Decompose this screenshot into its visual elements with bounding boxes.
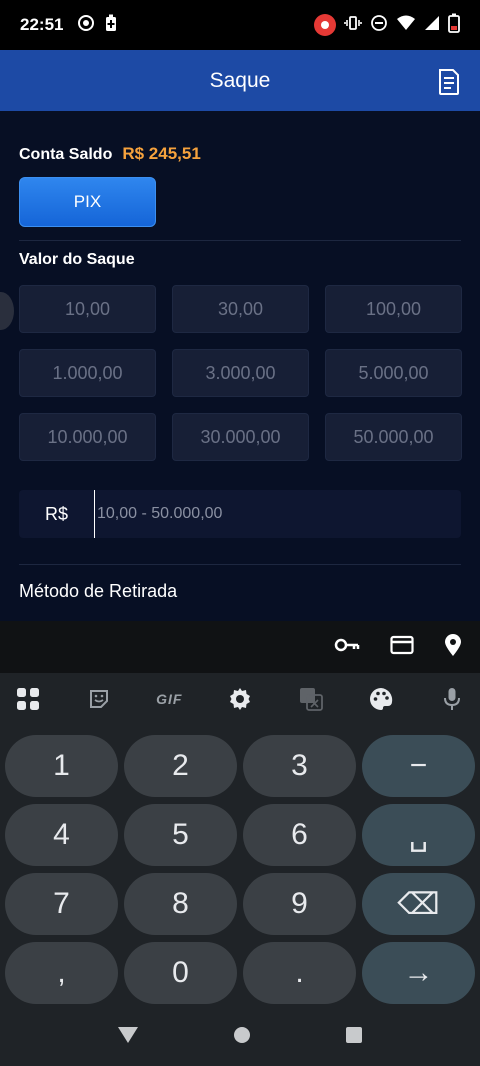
key-backspace[interactable]: ⌫: [362, 873, 475, 935]
amount-options: 10,00 30,00 100,00 1.000,00 3.000,00 5.0…: [19, 285, 462, 461]
key-minus[interactable]: −: [362, 735, 475, 797]
amount-option[interactable]: 1.000,00: [19, 349, 156, 397]
navigation-bar: [0, 1009, 480, 1066]
gif-icon[interactable]: GIF: [156, 686, 182, 712]
recents-icon[interactable]: [345, 1026, 363, 1049]
amount-option[interactable]: 100,00: [325, 285, 462, 333]
key-1[interactable]: 1: [5, 735, 118, 797]
key-icon[interactable]: [334, 637, 360, 658]
withdraw-amount-label: Valor do Saque: [19, 251, 135, 268]
key-6[interactable]: 6: [243, 804, 356, 866]
vibrate-icon: [344, 14, 362, 37]
amount-option[interactable]: 30.000,00: [172, 413, 309, 461]
divider: [19, 564, 461, 565]
key-5[interactable]: 5: [124, 804, 237, 866]
floating-handle[interactable]: [0, 292, 14, 330]
amount-input-row: R$: [19, 490, 461, 538]
key-7[interactable]: 7: [5, 873, 118, 935]
microphone-icon[interactable]: [439, 686, 465, 712]
screen-record-icon: [77, 14, 95, 37]
autofill-strip: [0, 621, 480, 673]
status-bar: 22:51: [0, 0, 480, 50]
do-not-disturb-icon: [370, 14, 388, 37]
status-time: 22:51: [20, 15, 64, 34]
amount-option[interactable]: 3.000,00: [172, 349, 309, 397]
amount-option[interactable]: 5.000,00: [325, 349, 462, 397]
recording-indicator-icon: [314, 14, 336, 36]
amount-input[interactable]: [94, 490, 461, 538]
signal-icon: [424, 14, 440, 37]
translate-icon[interactable]: [298, 686, 324, 712]
location-pin-icon[interactable]: [444, 633, 462, 662]
keyboard-toolbar: GIF: [0, 673, 480, 725]
key-3[interactable]: 3: [243, 735, 356, 797]
key-space[interactable]: ␣: [362, 804, 475, 866]
key-0[interactable]: 0: [124, 942, 237, 1004]
amount-option[interactable]: 50.000,00: [325, 413, 462, 461]
sticker-icon[interactable]: [86, 686, 112, 712]
key-2[interactable]: 2: [124, 735, 237, 797]
key-8[interactable]: 8: [124, 873, 237, 935]
apps-grid-icon[interactable]: [15, 686, 41, 712]
keypad: 1 2 3 − 4 5 6 ␣ 7 8 9 ⌫ , 0 . →: [5, 735, 475, 1004]
home-icon[interactable]: [233, 1026, 251, 1049]
pix-button[interactable]: PIX: [19, 177, 156, 227]
key-9[interactable]: 9: [243, 873, 356, 935]
page-title: Saque: [209, 68, 271, 92]
amount-option[interactable]: 10.000,00: [19, 413, 156, 461]
wifi-icon: [396, 14, 416, 37]
currency-label: R$: [44, 503, 68, 524]
balance-row: Conta Saldo R$ 245,51: [19, 144, 201, 164]
withdraw-method-label: Método de Retirada: [19, 581, 178, 601]
gear-icon[interactable]: [227, 686, 253, 712]
key-comma[interactable]: ,: [5, 942, 118, 1004]
app-header: Saque: [0, 50, 480, 111]
battery-saver-icon: [105, 14, 117, 37]
key-period[interactable]: .: [243, 942, 356, 1004]
key-enter[interactable]: →: [362, 942, 475, 1004]
battery-icon: [448, 13, 460, 38]
credit-card-icon[interactable]: [390, 635, 414, 660]
main-content: Conta Saldo R$ 245,51 PIX Valor do Saque…: [0, 111, 480, 621]
numeric-keyboard: GIF 1 2 3 − 4 5 6 ␣ 7 8 9 ⌫ , 0 . →: [0, 673, 480, 1009]
amount-option[interactable]: 10,00: [19, 285, 156, 333]
balance-value: R$ 245,51: [122, 144, 201, 163]
amount-option[interactable]: 30,00: [172, 285, 309, 333]
back-icon[interactable]: [117, 1026, 139, 1049]
balance-label: Conta Saldo: [19, 146, 113, 163]
document-icon[interactable]: [436, 68, 462, 96]
key-4[interactable]: 4: [5, 804, 118, 866]
divider: [19, 240, 461, 241]
palette-icon[interactable]: [368, 686, 394, 712]
